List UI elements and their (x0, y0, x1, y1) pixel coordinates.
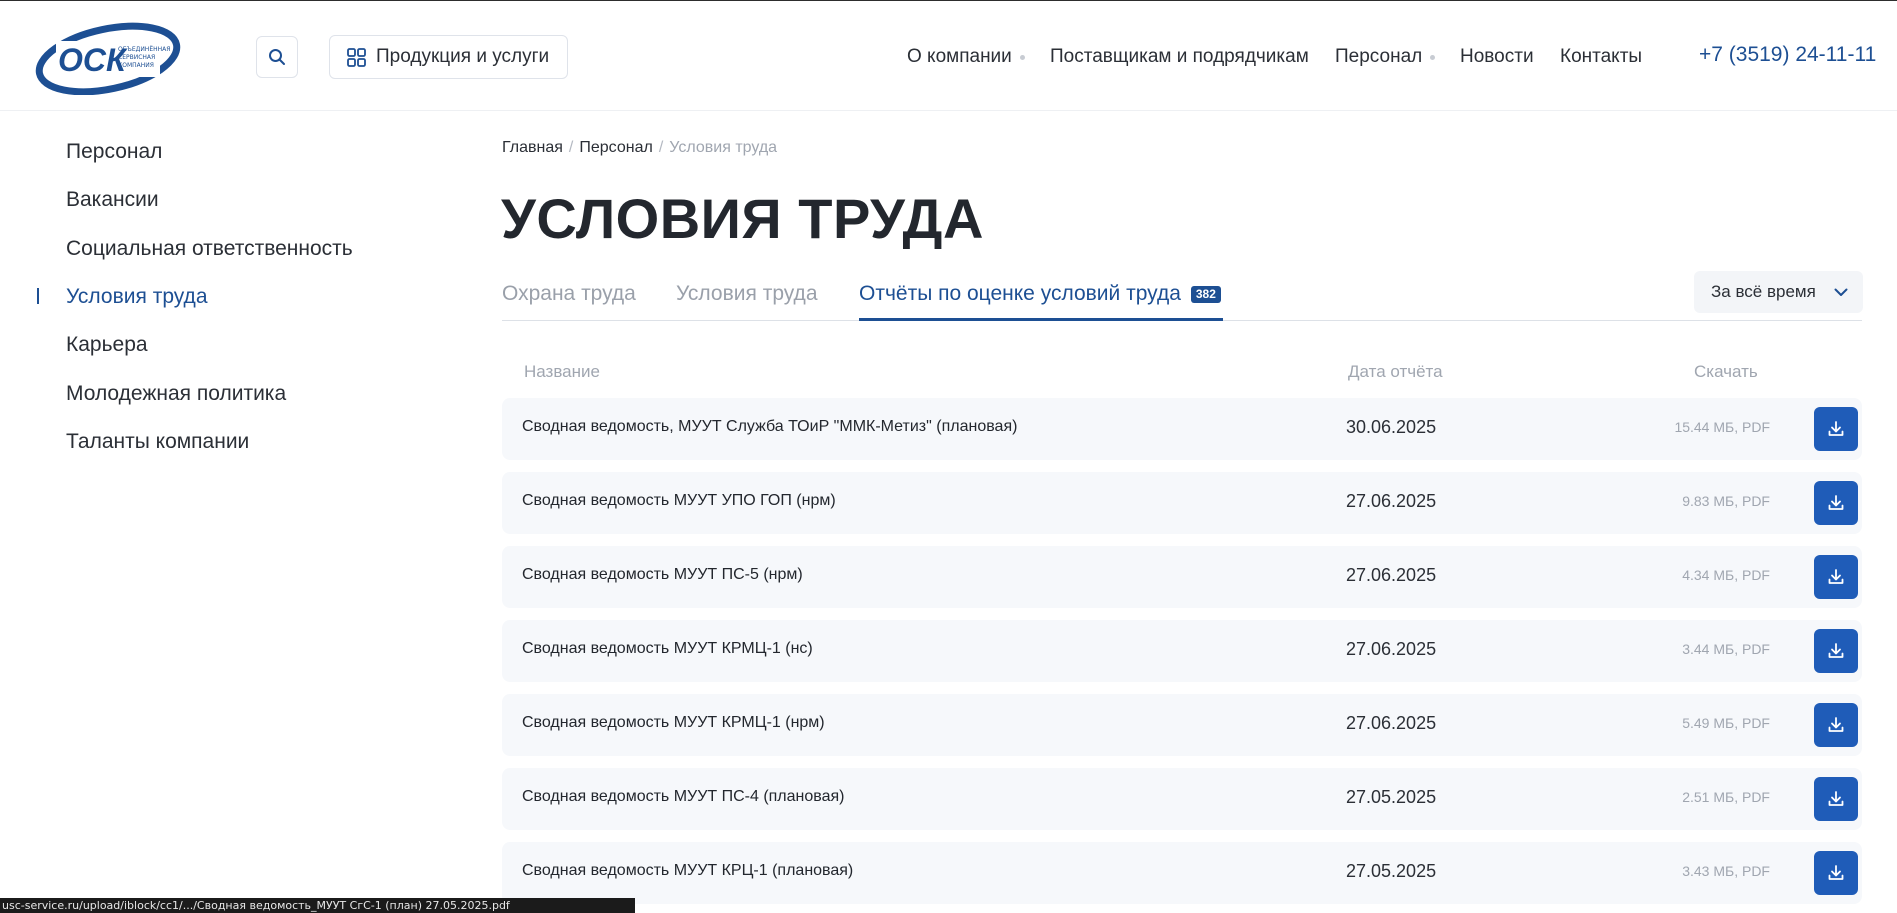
table-row[interactable]: Сводная ведомость МУУТ КРМЦ-1 (нс) 27.06… (502, 620, 1862, 682)
report-name: Сводная ведомость МУУТ КРМЦ-1 (нс) (522, 640, 813, 657)
count-badge: 382 (1190, 285, 1221, 303)
download-button[interactable] (1814, 481, 1858, 525)
download-icon (1828, 865, 1844, 880)
breadcrumb-current: Условия труда (669, 139, 778, 156)
report-date: 27.06.2025 (1346, 713, 1437, 733)
column-header-download: Скачать (1694, 362, 1758, 381)
report-name: Сводная ведомость МУУТ ПС-4 (плановая) (522, 788, 845, 805)
report-date: 30.06.2025 (1346, 417, 1437, 437)
table-row[interactable]: Сводная ведомость МУУТ КРМЦ-1 (нрм) 27.0… (502, 694, 1862, 756)
column-header-name: Название (524, 362, 600, 381)
nav-item-contacts[interactable]: Контакты (1560, 46, 1642, 68)
site-header: ОСК ОБЪЕДИНЁННАЯ СЕРВИСНАЯ КОМПАНИЯ Прод… (0, 1, 1897, 111)
download-button[interactable] (1814, 555, 1858, 599)
logo-emblem-icon: ОСК ОБЪЕДИНЁННАЯ СЕРВИСНАЯ КОМПАНИЯ (35, 22, 181, 96)
report-date: 27.05.2025 (1346, 861, 1437, 881)
breadcrumb-home[interactable]: Главная (502, 139, 563, 157)
sidebar-active-marker (37, 288, 39, 304)
download-button[interactable] (1814, 407, 1858, 451)
download-icon (1828, 569, 1844, 584)
download-button[interactable] (1814, 703, 1858, 747)
tab-labor-protection[interactable]: Охрана труда (502, 282, 636, 306)
table-row[interactable]: Сводная ведомость МУУТ УПО ГОП (нрм) 27.… (502, 472, 1862, 534)
products-services-button[interactable]: Продукция и услуги (329, 35, 568, 79)
dropdown-dot-icon (1430, 54, 1436, 60)
svg-text:ОБЪЕДИНЁННАЯ: ОБЪЕДИНЁННАЯ (118, 46, 170, 53)
active-tab-underline (859, 318, 1223, 321)
nav-item-personnel[interactable]: Персонал (1335, 46, 1436, 68)
nav-item-suppliers[interactable]: Поставщикам и подрядчикам (1050, 46, 1309, 68)
table-row[interactable]: Сводная ведомость, МУУТ Служба ТОиР "ММК… (502, 398, 1862, 460)
breadcrumb-separator: / (568, 139, 574, 156)
column-header-date: Дата отчёта (1348, 362, 1443, 381)
phone-link[interactable]: +7 (3519) 24-11-11 (1699, 43, 1876, 67)
company-logo[interactable]: ОСК ОБЪЕДИНЁННАЯ СЕРВИСНАЯ КОМПАНИЯ (34, 19, 182, 96)
nav-item-about[interactable]: О компании (907, 46, 1025, 68)
file-size: 3.44 МБ, PDF (1682, 641, 1770, 657)
tab-assessment-reports[interactable]: Отчёты по оценке условий труда 382 (859, 282, 1221, 306)
table-row[interactable]: Сводная ведомость МУУТ КРЦ-1 (плановая) … (502, 842, 1862, 904)
browser-status-bar: usc-service.ru/upload/iblock/cc1/.../Сво… (0, 898, 635, 913)
report-name: Сводная ведомость МУУТ ПС-5 (нрм) (522, 566, 803, 583)
sidebar-item-personnel[interactable]: Персонал (66, 140, 162, 164)
file-size: 3.43 МБ, PDF (1682, 863, 1770, 879)
download-icon (1828, 791, 1844, 806)
report-name: Сводная ведомость МУУТ УПО ГОП (нрм) (522, 492, 836, 509)
report-date: 27.05.2025 (1346, 787, 1437, 807)
report-name: Сводная ведомость, МУУТ Служба ТОиР "ММК… (522, 418, 1018, 435)
file-size: 5.49 МБ, PDF (1682, 715, 1770, 731)
sidebar-item-talents[interactable]: Таланты компании (66, 430, 249, 454)
download-button[interactable] (1814, 777, 1858, 821)
svg-text:КОМПАНИЯ: КОМПАНИЯ (118, 62, 154, 69)
report-name: Сводная ведомость МУУТ КРЦ-1 (плановая) (522, 862, 854, 879)
report-date: 27.06.2025 (1346, 491, 1437, 511)
file-size: 2.51 МБ, PDF (1682, 789, 1770, 805)
report-date: 27.06.2025 (1346, 639, 1437, 659)
breadcrumb-separator: / (658, 139, 664, 156)
file-size: 4.34 МБ, PDF (1682, 567, 1770, 583)
tab-working-conditions[interactable]: Условия труда (676, 282, 818, 306)
search-icon (269, 49, 285, 65)
search-button[interactable] (256, 36, 298, 78)
sidebar-item-social-responsibility[interactable]: Социальная ответственность (66, 237, 353, 261)
download-icon (1828, 717, 1844, 732)
download-icon (1828, 643, 1844, 658)
report-name: Сводная ведомость МУУТ КРМЦ-1 (нрм) (522, 714, 825, 731)
breadcrumb-personnel[interactable]: Персонал (579, 139, 652, 157)
chevron-down-icon (1834, 288, 1848, 296)
sidebar-item-career[interactable]: Карьера (66, 333, 148, 357)
report-date: 27.06.2025 (1346, 565, 1437, 585)
sidebar-item-youth-policy[interactable]: Молодежная политика (66, 382, 286, 406)
period-select-value: За всё время (1711, 282, 1816, 301)
file-size: 9.83 МБ, PDF (1682, 493, 1770, 509)
svg-text:СЕРВИСНАЯ: СЕРВИСНАЯ (118, 54, 155, 61)
nav-item-news[interactable]: Новости (1460, 46, 1534, 68)
download-icon (1828, 421, 1844, 436)
table-row[interactable]: Сводная ведомость МУУТ ПС-4 (плановая) 2… (502, 768, 1862, 830)
period-select[interactable]: За всё время (1694, 271, 1863, 313)
sidebar-item-working-conditions[interactable]: Условия труда (66, 285, 208, 309)
file-size: 15.44 МБ, PDF (1674, 419, 1770, 435)
dropdown-dot-icon (1019, 54, 1025, 60)
page-title: УСЛОВИЯ ТРУДА (501, 187, 984, 250)
download-button[interactable] (1814, 629, 1858, 673)
grid-icon (347, 47, 366, 67)
table-row[interactable]: Сводная ведомость МУУТ ПС-5 (нрм) 27.06.… (502, 546, 1862, 608)
breadcrumb: Главная / Персонал / Условия труда (502, 139, 777, 157)
products-services-label: Продукция и услуги (376, 46, 550, 67)
sidebar-item-vacancies[interactable]: Вакансии (66, 188, 159, 212)
download-icon (1828, 495, 1844, 510)
download-button[interactable] (1814, 851, 1858, 895)
